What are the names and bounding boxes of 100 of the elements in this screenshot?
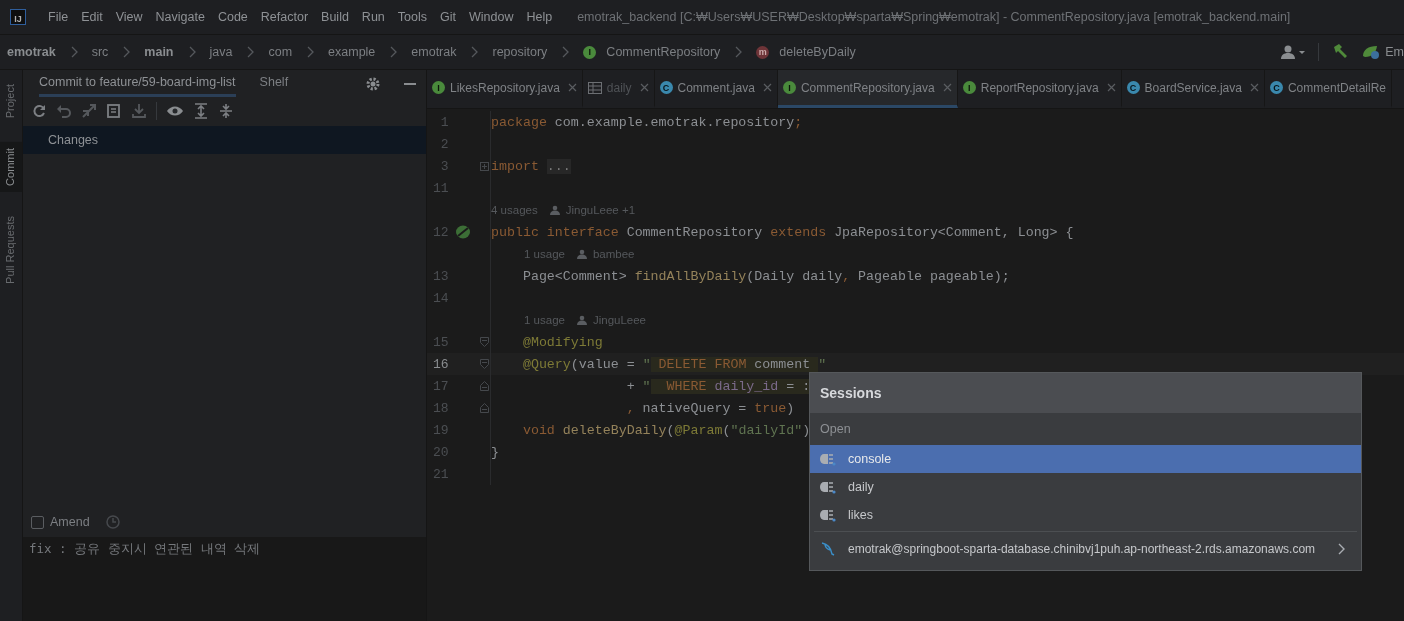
settings-icon[interactable]: [366, 76, 380, 91]
session-item[interactable]: likes: [810, 501, 1361, 529]
commit-message-field[interactable]: fix : 공유 중지시 연관된 내역 삭제: [23, 537, 426, 621]
side-tab[interactable]: Project: [0, 78, 22, 125]
chevron-right-icon: [1337, 543, 1345, 555]
code-token: Pageable pageable);: [857, 268, 1010, 284]
breadcrumb-item[interactable]: emotrak: [411, 45, 457, 59]
close-icon[interactable]: [1106, 83, 1116, 92]
menu-item[interactable]: Window: [468, 10, 514, 24]
session-item[interactable]: daily: [810, 473, 1361, 501]
breadcrumb-item[interactable]: example: [328, 45, 376, 59]
fold-start-icon[interactable]: [479, 337, 489, 347]
editor-tab[interactable]: C CommentDetailRe: [1264, 70, 1392, 108]
close-icon[interactable]: [567, 83, 577, 92]
refresh-icon[interactable]: [31, 102, 47, 119]
table-icon: [587, 81, 602, 94]
bean-icon[interactable]: [455, 224, 472, 240]
code-token: "dailyId": [730, 422, 803, 438]
chevron-icon: [389, 46, 398, 58]
editor-tab[interactable]: I ReportRepository.java: [957, 70, 1122, 108]
interface-icon: I: [583, 45, 597, 59]
tool-tab[interactable]: Commit to feature/59-board-img-list: [39, 70, 236, 97]
app-logo: IJ: [10, 9, 26, 25]
breadcrumb-item[interactable]: java: [209, 45, 233, 59]
code-token: package: [491, 114, 547, 130]
code-token: extends: [770, 224, 828, 240]
code-token: deleteByDaily: [562, 422, 667, 438]
author-hint[interactable]: bambee: [592, 248, 635, 260]
close-icon[interactable]: [1249, 83, 1259, 92]
person-icon: [576, 249, 587, 259]
collapse-all-icon[interactable]: [218, 102, 234, 119]
menu-item[interactable]: Git: [440, 10, 456, 24]
window-title: emotrak_backend [C:₩Users₩USER₩Desktop₩sparta₩Spring₩emotrak] - CommentRepository.java [emotrak_backend.main]: [577, 10, 1291, 24]
hammer-icon[interactable]: [1331, 43, 1350, 61]
code-token: void: [521, 422, 556, 438]
clock-icon[interactable]: [105, 515, 120, 529]
run-config-label[interactable]: Em: [1385, 45, 1404, 59]
usages-hint[interactable]: 1 usage: [524, 314, 565, 326]
menu-item[interactable]: Edit: [81, 10, 103, 24]
expand-all-icon[interactable]: [193, 102, 209, 119]
code-token: WHERE: [650, 378, 707, 394]
editor-tab[interactable]: C BoardService.java: [1121, 70, 1265, 108]
session-item[interactable]: console: [810, 445, 1361, 473]
plug-icon: [820, 480, 836, 494]
code-token: CommentRepository: [626, 224, 764, 240]
editor-tab[interactable]: I CommentRepository.java: [777, 70, 958, 108]
author-hint[interactable]: JinguLeee +1: [565, 204, 636, 216]
side-tab[interactable]: Pull Requests: [0, 210, 22, 290]
menu-item[interactable]: File: [48, 10, 69, 24]
fold-end-icon[interactable]: [479, 403, 489, 413]
run-config-icon[interactable]: [1361, 44, 1382, 60]
code-token: nativeQuery =: [641, 400, 748, 416]
code-token: ;: [794, 114, 803, 130]
fold-start-icon[interactable]: [479, 359, 489, 369]
expand-fold-icon[interactable]: [479, 161, 489, 171]
chevron-icon: [734, 46, 743, 58]
code-token: (: [666, 422, 675, 438]
menu-item[interactable]: View: [115, 10, 143, 24]
menu-item[interactable]: Help: [526, 10, 553, 24]
plug-icon: [820, 508, 836, 522]
chevron-icon: [561, 46, 570, 58]
tool-tab[interactable]: Shelf: [259, 70, 289, 97]
menu-item[interactable]: Tools: [397, 10, 427, 24]
breadcrumb-item[interactable]: CommentRepository: [606, 45, 721, 59]
close-icon[interactable]: [942, 83, 952, 92]
amend-label[interactable]: Amend: [50, 515, 90, 529]
close-icon[interactable]: [762, 83, 772, 92]
breadcrumb-item[interactable]: deleteByDaily: [779, 45, 856, 59]
datasource-item[interactable]: emotrak@springboot-sparta-database.chinibvj1puh.ap-northeast-2.rds.amazonaws.com: [810, 534, 1361, 564]
breadcrumb-item[interactable]: repository: [492, 45, 548, 59]
popup-title: Sessions: [810, 373, 1361, 413]
class-icon: C: [1126, 81, 1140, 94]
menu-item[interactable]: Build: [321, 10, 349, 24]
method-icon: m: [756, 45, 770, 59]
class-icon: C: [659, 81, 673, 94]
code-token: import: [491, 158, 540, 174]
breadcrumb-item[interactable]: src: [91, 45, 109, 59]
usages-hint[interactable]: 1 usage: [524, 248, 565, 260]
menu-item[interactable]: Refactor: [260, 10, 309, 24]
changes-node[interactable]: Changes: [23, 126, 426, 154]
side-tab[interactable]: Commit: [0, 142, 22, 193]
close-icon[interactable]: [639, 83, 649, 92]
editor-tab[interactable]: I LikesRepository.java: [427, 70, 583, 108]
usages-hint[interactable]: 4 usages: [491, 204, 538, 216]
code-token: public interface: [491, 224, 620, 240]
download-icon[interactable]: [131, 102, 147, 119]
breadcrumb-item[interactable]: main: [144, 45, 174, 59]
merge-icon[interactable]: [81, 102, 97, 119]
editor-tab[interactable]: C Comment.java: [654, 70, 778, 108]
shelve-icon[interactable]: [106, 102, 122, 119]
breadcrumb-item[interactable]: emotrak: [7, 45, 56, 59]
menu-item[interactable]: Run: [361, 10, 385, 24]
fold-end-icon[interactable]: [479, 381, 489, 391]
menu-item[interactable]: Code: [217, 10, 248, 24]
menu-item[interactable]: Navigate: [155, 10, 205, 24]
chevron-icon: [246, 46, 255, 58]
user-icon[interactable]: [1280, 44, 1307, 60]
amend-checkbox[interactable]: [31, 515, 44, 529]
breadcrumb-item[interactable]: com: [268, 45, 293, 59]
author-hint[interactable]: JinguLeee: [592, 314, 646, 326]
